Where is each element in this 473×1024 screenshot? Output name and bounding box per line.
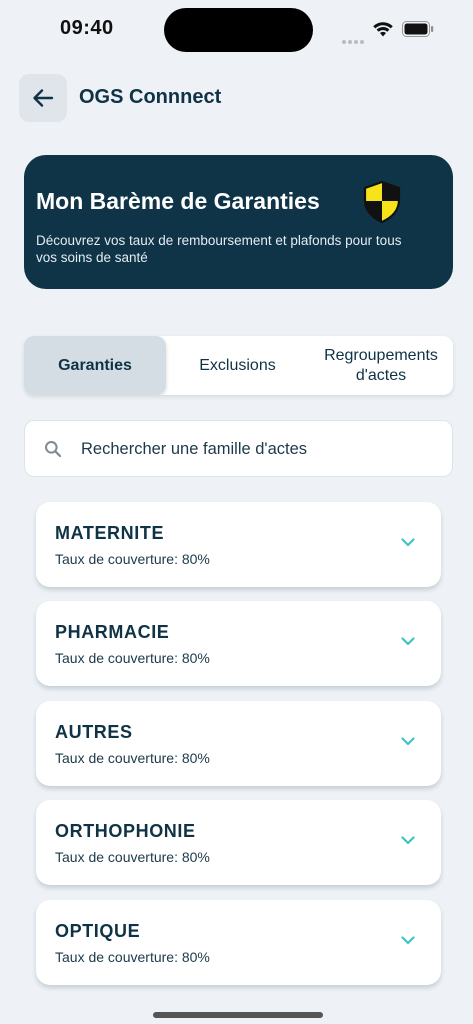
chevron-down-icon[interactable] xyxy=(401,737,415,746)
tab-garanties[interactable]: Garanties xyxy=(24,336,166,395)
shield-icon xyxy=(363,180,401,224)
banner-description: Découvrez vos taux de remboursement et p… xyxy=(36,233,402,265)
category-card-autres[interactable]: AUTRES Taux de couverture: 80% xyxy=(36,701,441,786)
chevron-down-icon[interactable] xyxy=(401,538,415,547)
app-title: OGS Connnect xyxy=(79,86,222,108)
back-button[interactable] xyxy=(19,74,67,122)
coverage-rate: Taux de couverture: 80% xyxy=(55,949,210,965)
category-title: AUTRES xyxy=(55,722,133,742)
category-title: PHARMACIE xyxy=(55,622,170,642)
coverage-rate: Taux de couverture: 80% xyxy=(55,750,210,766)
coverage-rate: Taux de couverture: 80% xyxy=(55,551,210,567)
screen: 09:40 OGS Connnect Mon Barème de Garanti… xyxy=(0,0,473,1024)
guarantees-banner: Mon Barème de Garanties Découvrez vos ta… xyxy=(24,155,453,289)
tab-bar: Garanties Exclusions Regroupements d'act… xyxy=(24,336,453,395)
status-bar: 09:40 xyxy=(0,0,473,58)
chevron-down-icon[interactable] xyxy=(401,637,415,646)
coverage-rate: Taux de couverture: 80% xyxy=(55,650,210,666)
coverage-rate: Taux de couverture: 80% xyxy=(55,849,210,865)
wifi-icon xyxy=(373,22,393,37)
category-title: OPTIQUE xyxy=(55,921,141,941)
signal-icon xyxy=(342,31,366,44)
chevron-down-icon[interactable] xyxy=(401,836,415,845)
category-card-maternite[interactable]: MATERNITE Taux de couverture: 80% xyxy=(36,502,441,587)
category-card-orthophonie[interactable]: ORTHOPHONIE Taux de couverture: 80% xyxy=(36,800,441,885)
category-card-optique[interactable]: OPTIQUE Taux de couverture: 80% xyxy=(36,900,441,985)
search-input[interactable] xyxy=(81,436,431,462)
category-card-pharmacie[interactable]: PHARMACIE Taux de couverture: 80% xyxy=(36,601,441,686)
battery-icon xyxy=(402,21,434,37)
banner-title: Mon Barème de Garanties xyxy=(36,188,320,214)
chevron-down-icon[interactable] xyxy=(401,936,415,945)
dynamic-island xyxy=(164,8,313,52)
tab-exclusions[interactable]: Exclusions xyxy=(166,336,309,395)
search-icon xyxy=(45,441,62,458)
search-bar xyxy=(24,420,453,477)
category-title: ORTHOPHONIE xyxy=(55,821,196,841)
home-indicator xyxy=(153,1012,323,1018)
tab-regroupements-actes[interactable]: Regroupements d'actes xyxy=(309,336,453,395)
status-time: 09:40 xyxy=(60,17,114,39)
back-arrow-icon xyxy=(33,89,54,107)
category-title: MATERNITE xyxy=(55,523,165,543)
